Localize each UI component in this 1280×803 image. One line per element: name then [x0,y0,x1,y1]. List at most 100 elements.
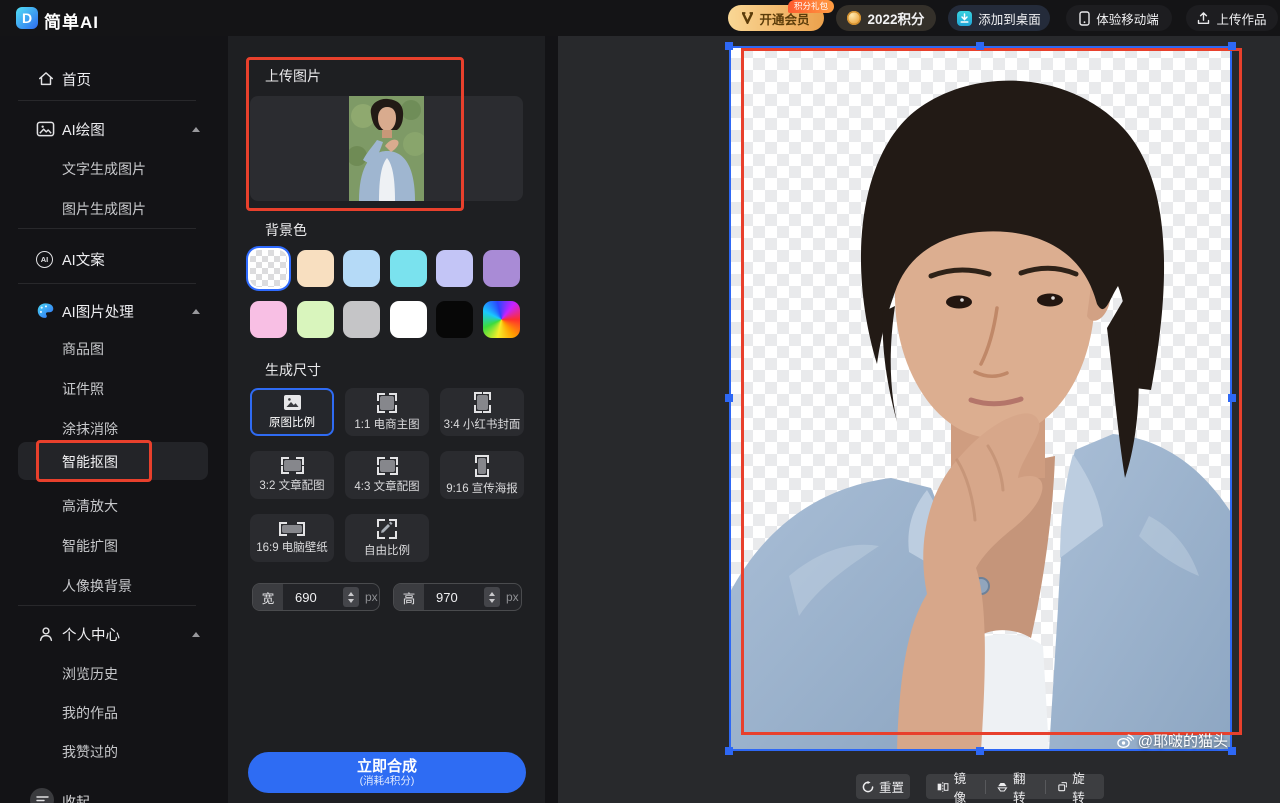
chevron-up-icon[interactable] [192,309,200,314]
sidebar-item-ai-draw[interactable]: AI绘图 [0,116,228,142]
selection-handle-middle-left[interactable] [725,394,733,402]
sidebar-item-home[interactable]: 首页 [0,66,228,92]
sidebar-item-my-works[interactable]: 我的作品 [0,700,228,726]
sidebar-item-id-photo[interactable]: 证件照 [0,376,228,402]
size-option-free-ratio[interactable]: 自由比例 [345,514,429,562]
ai-icon-text: AI [41,255,49,264]
sidebar-item-smart-expand[interactable]: 智能扩图 [0,533,228,559]
sidebar-item-smart-cutout[interactable]: 智能抠图 [0,449,228,475]
size-option-1-1[interactable]: 1:1 电商主图 [345,388,429,436]
rotate-button[interactable]: 旋转 [1046,774,1104,799]
sidebar-item-label: 高清放大 [62,496,118,516]
sidebar-item-product-image[interactable]: 商品图 [0,336,228,362]
mirror-label: 镜像 [954,768,975,803]
size-option-4-3[interactable]: 4:3 文章配图 [345,451,429,499]
size-option-3-4[interactable]: 3:4 小红书封面 [440,388,524,436]
selection-handle-top-middle[interactable] [976,42,984,50]
size-option-original[interactable]: 原图比例 [250,388,334,436]
bg-swatch-pink[interactable] [250,301,287,338]
flip-label: 翻转 [1013,768,1034,803]
download-desktop-icon [957,11,972,26]
sidebar-item-label: 智能抠图 [62,452,118,472]
sidebar-item-image2image[interactable]: 图片生成图片 [0,196,228,222]
step-down-icon[interactable] [348,599,354,603]
ratio-3-4-icon [474,392,491,413]
selection-handle-middle-right[interactable] [1228,394,1236,402]
bg-swatch-peach[interactable] [297,250,334,287]
free-ratio-pencil-icon [377,519,397,539]
sidebar-item-label: 文字生成图片 [62,159,146,179]
divider [18,605,196,606]
bg-swatch-purple[interactable] [483,250,520,287]
points-button[interactable]: 2022积分 [836,5,936,31]
ratio-16-9-icon [279,522,305,536]
ai-circle-icon: AI [36,251,53,268]
size-option-16-9[interactable]: 16:9 电脑壁纸 [250,514,334,562]
sidebar-item-ai-copywriting[interactable]: AI AI文案 [0,246,228,272]
step-up-icon[interactable] [348,592,354,596]
width-stepper[interactable] [343,587,359,607]
selection-handle-top-left[interactable] [725,42,733,50]
collapse-sidebar-label: 收起 [62,792,90,803]
selection-handle-bottom-right[interactable] [1228,747,1236,755]
selection-handle-bottom-left[interactable] [725,747,733,755]
chevron-up-icon[interactable] [192,632,200,637]
sidebar-item-label: 首页 [62,69,91,90]
collapse-sidebar-button[interactable] [30,788,54,803]
selection-handle-bottom-middle[interactable] [976,747,984,755]
sidebar-item-erase[interactable]: 涂抹消除 [0,416,228,442]
upload-work-button[interactable]: 上传作品 [1186,5,1278,31]
selection-handle-top-right[interactable] [1228,42,1236,50]
cutout-canvas[interactable]: @耶啵的猫头 [729,46,1232,751]
size-option-3-2[interactable]: 3:2 文章配图 [250,451,334,499]
sidebar-item-label: 浏览历史 [62,664,118,684]
sidebar-item-history[interactable]: 浏览历史 [0,661,228,687]
mirror-button[interactable]: 镜像 [926,774,985,799]
home-icon [36,70,55,89]
flip-button[interactable]: 翻转 [986,774,1044,799]
bg-swatch-light-green[interactable] [297,301,334,338]
width-input[interactable] [293,589,341,606]
step-up-icon[interactable] [489,592,495,596]
uploaded-image-thumbnail[interactable] [349,96,424,201]
step-down-icon[interactable] [489,599,495,603]
height-stepper[interactable] [484,587,500,607]
add-to-desktop-label: 添加到桌面 [978,9,1041,28]
bg-swatch-periwinkle[interactable] [436,250,473,287]
chevron-up-icon[interactable] [192,127,200,132]
sidebar-item-hd-upscale[interactable]: 高清放大 [0,493,228,519]
bg-swatch-transparent[interactable] [250,250,287,287]
rotate-icon [1057,780,1068,793]
sidebar-item-portrait-bg-change[interactable]: 人像换背景 [0,573,228,599]
sidebar-item-label: 涂抹消除 [62,419,118,439]
image-icon [36,120,55,139]
sidebar-item-text2image[interactable]: 文字生成图片 [0,156,228,182]
height-input[interactable] [434,589,482,606]
sidebar-item-my-likes[interactable]: 我赞过的 [0,739,228,765]
mobile-app-button[interactable]: 体验移动端 [1066,5,1172,31]
generate-button[interactable]: 立即合成 (消耗4积分) [248,752,526,793]
bg-swatch-white[interactable] [390,301,427,338]
sidebar-item-ai-image-processing[interactable]: AI图片处理 [0,298,228,324]
preview-area: @耶啵的猫头 重置 镜像 翻转 旋转 [558,36,1280,803]
app-logo-icon: D [16,7,38,29]
bg-swatch-black[interactable] [436,301,473,338]
divider [18,228,196,229]
ratio-9-16-icon [475,455,489,477]
top-bar: D 简单AI 开通会员 积分礼包 2022积分 添加到桌面 体验移动端 上传作品 [0,0,1280,36]
bg-swatch-rainbow[interactable] [483,301,520,338]
add-to-desktop-button[interactable]: 添加到桌面 [948,5,1050,31]
bg-swatch-light-blue[interactable] [343,250,380,287]
reset-label: 重置 [879,777,904,796]
sidebar-item-personal-center[interactable]: 个人中心 [0,621,228,647]
watermark: @耶啵的猫头 [1117,730,1228,751]
reset-button[interactable]: 重置 [856,774,910,799]
sidebar-item-label: 商品图 [62,339,104,359]
sidebar-item-label: 人像换背景 [62,576,132,596]
bg-swatch-gray[interactable] [343,301,380,338]
bg-swatch-cyan[interactable] [390,250,427,287]
size-option-9-16[interactable]: 9:16 宣传海报 [440,451,524,499]
ratio-3-2-icon [281,457,304,474]
palette-icon [36,302,55,321]
weibo-icon [1117,734,1134,748]
